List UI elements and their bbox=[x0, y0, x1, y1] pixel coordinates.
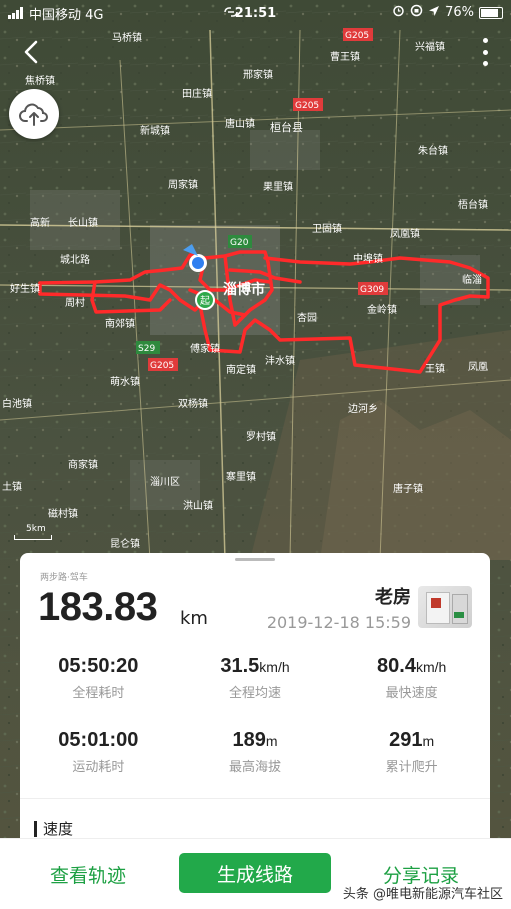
map-label: 土镇 bbox=[2, 480, 22, 493]
back-button[interactable] bbox=[18, 36, 46, 68]
record-datetime: 2019-12-18 15:59 bbox=[266, 613, 411, 632]
map-label: 周村 bbox=[65, 296, 85, 309]
map-label: 果里镇 bbox=[263, 180, 293, 193]
speed-section-header: 速度 bbox=[34, 818, 73, 839]
map-label: 南定镇 bbox=[226, 363, 256, 376]
stat-avg-speed: 31.5km/h 全程均速 bbox=[220, 655, 290, 701]
view-track-button[interactable]: 查看轨迹 bbox=[50, 861, 126, 888]
map-label: 唐山镇 bbox=[225, 117, 255, 130]
map-label: 昆仑镇 bbox=[110, 537, 140, 550]
battery-percent: 76% bbox=[445, 5, 474, 20]
start-marker: 起 bbox=[195, 290, 215, 310]
map-label: 马桥镇 bbox=[112, 31, 142, 44]
map-label: 卫固镇 bbox=[312, 222, 342, 235]
map-label: 好生镇 bbox=[10, 282, 40, 295]
alarm-icon bbox=[392, 4, 405, 21]
cloud-upload-icon bbox=[19, 103, 48, 126]
highway-badge: G20 bbox=[230, 238, 249, 248]
highway-badge: G205 bbox=[295, 101, 319, 111]
highway-badge: G205 bbox=[345, 31, 369, 41]
battery-icon bbox=[479, 6, 503, 19]
map-scale: 5km bbox=[14, 524, 52, 540]
map-label: 曹王镇 bbox=[330, 50, 360, 63]
map-label: 临淄 bbox=[462, 273, 482, 286]
distance-value: 183.83 bbox=[38, 585, 158, 629]
map-label: 唐子镇 bbox=[393, 482, 423, 495]
map-label: 萌水镇 bbox=[110, 375, 140, 388]
map-label: 凤凰 bbox=[468, 361, 488, 373]
generate-route-button[interactable]: 生成线路 bbox=[179, 853, 331, 893]
map-label: 边河乡 bbox=[348, 403, 378, 415]
stats-row-1: 05:50:20 全程耗时 31.5km/h 全程均速 80.4km/h 最快速… bbox=[20, 655, 490, 701]
map-label: 兴福镇 bbox=[415, 40, 445, 53]
source-label: 两步路·驾车 bbox=[40, 573, 88, 583]
map-label: 淄川区 bbox=[150, 476, 180, 488]
city-label: 淄博市 bbox=[223, 281, 265, 298]
map-label: 田庄镇 bbox=[182, 87, 212, 100]
distance-unit: km bbox=[180, 608, 208, 629]
map-label: 焦桥镇 bbox=[25, 74, 55, 87]
map-label: 寨里镇 bbox=[226, 470, 256, 483]
status-bar: 中国移动 4G 21:51 76% bbox=[0, 0, 511, 26]
map-label: 梧台镇 bbox=[458, 198, 488, 211]
map-label: 周家镇 bbox=[168, 178, 198, 191]
cloud-upload-button[interactable] bbox=[9, 89, 59, 139]
map-label: 双杨镇 bbox=[178, 397, 208, 410]
record-name: 老房 bbox=[375, 587, 411, 608]
map-label: 洪山镇 bbox=[183, 499, 213, 512]
highway-badge: G309 bbox=[360, 285, 384, 295]
highway-badge: S29 bbox=[138, 344, 155, 354]
watermark: 头条 @唯电新能源汽车社区 bbox=[342, 887, 503, 902]
stat-moving-time: 05:01:00 运动耗时 bbox=[58, 729, 139, 775]
map-label: 凤凰镇 bbox=[390, 227, 420, 240]
map-label: 傅家镇 bbox=[190, 342, 220, 355]
divider bbox=[20, 798, 490, 799]
stat-max-altitude: 189m 最高海拔 bbox=[228, 729, 281, 775]
map-label: 磁村镇 bbox=[48, 507, 78, 520]
map-label: 杏园 bbox=[297, 311, 317, 324]
stat-max-speed: 80.4km/h 最快速度 bbox=[377, 655, 447, 701]
map-label: 桓台县 bbox=[270, 120, 303, 134]
highway-badge: G205 bbox=[150, 361, 174, 371]
map-label: 王镇 bbox=[425, 362, 445, 375]
map-label: 白池镇 bbox=[2, 397, 32, 410]
map-label: 罗村镇 bbox=[246, 430, 276, 443]
bottom-action-bar: 查看轨迹 生成线路 分享记录 头条 @唯电新能源汽车社区 bbox=[0, 838, 511, 909]
map-label: 邢家镇 bbox=[243, 68, 273, 81]
svg-text:起: 起 bbox=[200, 295, 210, 307]
stat-total-time: 05:50:20 全程耗时 bbox=[58, 655, 139, 701]
stats-row-2: 05:01:00 运动耗时 189m 最高海拔 291m 累计爬升 bbox=[20, 729, 490, 775]
map-label: 南郊镇 bbox=[105, 317, 135, 330]
lock-rotation-icon bbox=[410, 4, 423, 21]
map-label: 新城镇 bbox=[140, 124, 170, 137]
chevron-left-icon bbox=[24, 40, 38, 64]
scale-label: 5km bbox=[26, 524, 46, 534]
record-thumbnail[interactable] bbox=[418, 586, 472, 628]
map-label: 朱台镇 bbox=[418, 144, 448, 157]
map-label: 金岭镇 bbox=[367, 303, 397, 316]
map-label: 沣水镇 bbox=[265, 354, 295, 367]
drag-handle[interactable] bbox=[235, 558, 275, 561]
location-icon bbox=[428, 5, 440, 21]
map-label: 商家镇 bbox=[68, 458, 98, 471]
more-options-button[interactable] bbox=[481, 38, 489, 66]
map-label: 城北路 bbox=[60, 253, 90, 266]
map-label: 长山镇 bbox=[68, 216, 98, 229]
map-label: 中埠镇 bbox=[353, 252, 383, 265]
stat-total-climb: 291m 累计爬升 bbox=[385, 729, 438, 775]
map-label: 高新 bbox=[30, 216, 50, 229]
